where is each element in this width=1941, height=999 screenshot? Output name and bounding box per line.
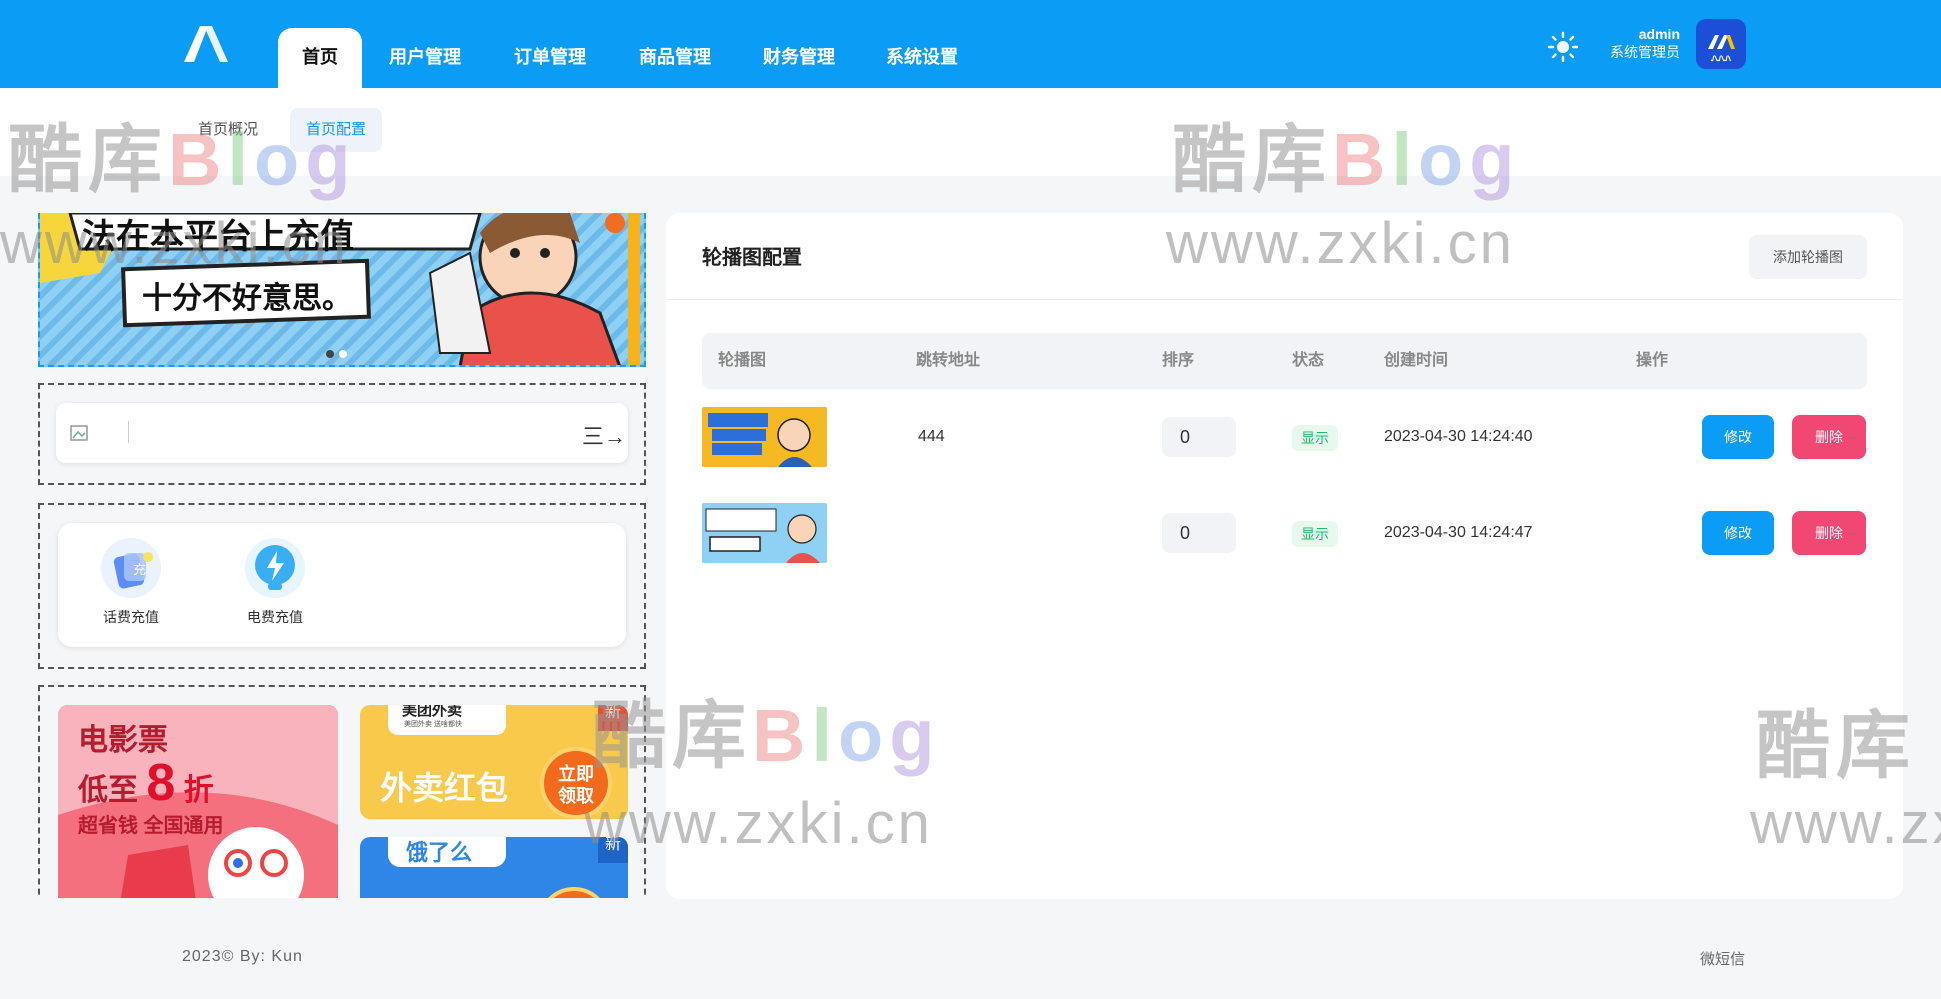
eleme-brand: 饿了么 (406, 840, 473, 865)
takeout-claim-button[interactable]: 立即 领取 (540, 747, 612, 819)
footer-brand: 微短信 (1700, 951, 1746, 968)
eleme-claim-button[interactable] (538, 887, 610, 898)
edit-button[interactable]: 修改 (1702, 415, 1774, 459)
promo-eleme-card[interactable]: 饿了么 新 (360, 837, 628, 898)
status-badge: 显示 (1292, 425, 1338, 451)
row-created: 2023-04-30 14:24:40 (1384, 428, 1533, 445)
avatar-text: ᏁᏁᏁ (1710, 54, 1731, 63)
sort-input[interactable]: 0 (1162, 513, 1236, 553)
takeout-new-tag: 新 (598, 705, 628, 731)
nav-home[interactable]: 首页 (278, 28, 362, 88)
col-created: 创建时间 (1384, 352, 1449, 369)
user-name[interactable]: admin (1560, 26, 1680, 42)
col-status: 状态 (1292, 352, 1325, 369)
movie-line-2c: 折 (183, 774, 214, 807)
promo-block[interactable]: 电影票 低至 8 折 超省钱 全国通用 美团外卖 美团外卖 送啥都快 外卖红包 … (38, 685, 646, 898)
row-created: 2023-04-30 14:24:47 (1384, 524, 1533, 541)
sort-input[interactable]: 0 (1162, 417, 1236, 457)
col-sort: 排序 (1162, 352, 1195, 369)
shortcut-block[interactable]: 充 话费充值 电费充值 (38, 503, 646, 669)
footer-copyright: 2023© By: Kun (182, 948, 303, 965)
status-badge: 显示 (1292, 521, 1338, 547)
promo-movie-card[interactable]: 电影票 低至 8 折 超省钱 全国通用 (58, 705, 338, 898)
avatar[interactable]: ᏁᏁᏁ (1696, 19, 1746, 69)
avatar-logo-icon: ᏁᏁᏁ (1708, 35, 1735, 63)
movie-discount: 8 (146, 754, 176, 812)
banner-text-top: 法在本平台上充值 (82, 218, 354, 256)
nav-settings[interactable]: 系统设置 (880, 28, 964, 88)
notice-bar: 三→ (56, 403, 628, 463)
delete-button[interactable]: 删除 (1792, 511, 1866, 555)
promo-takeout-card[interactable]: 美团外卖 美团外卖 送啥都快 外卖红包 立即 领取 新 (360, 705, 628, 819)
panel-divider (666, 299, 1903, 300)
user-role: 系统管理员 (1610, 44, 1680, 60)
row-link: 444 (918, 428, 945, 445)
shortcut-card: 充 话费充值 电费充值 (58, 523, 626, 647)
table-row: 444 0 显示 2023-04-30 14:24:40 修改 删除 (702, 405, 1867, 469)
notice-more[interactable]: 三→ (582, 419, 626, 451)
table-row: 0 显示 2023-04-30 14:24:47 修改 删除 (702, 501, 1867, 565)
takeout-brand: 美团外卖 (402, 705, 463, 719)
col-actions: 操作 (1636, 352, 1669, 369)
nav-orders[interactable]: 订单管理 (508, 28, 592, 88)
broken-image-icon (70, 425, 88, 441)
banner-block[interactable]: 法在本平台上充值 十分不好意思。 (38, 213, 646, 367)
movie-line-2: 低至 8 折 (78, 753, 214, 813)
eleme-new-tag: 新 (598, 837, 628, 863)
top-bar: 首页 用户管理 订单管理 商品管理 财务管理 系统设置 admin 系统管理员 … (0, 0, 1941, 88)
add-carousel-button[interactable]: 添加轮播图 (1749, 235, 1867, 279)
edit-button[interactable]: 修改 (1702, 511, 1774, 555)
app-logo[interactable] (182, 22, 238, 66)
shortcut-phone-label: 话费充值 (103, 609, 159, 625)
svg-text:充: 充 (133, 562, 146, 578)
col-carousel: 轮播图 (718, 352, 767, 369)
lightning-icon (245, 538, 305, 598)
banner-text-main: 十分不好意思。 (142, 282, 352, 315)
mobile-preview: 法在本平台上充值 十分不好意思。 三→ 充 话费充值 电费充值 电影票 低至 8… (38, 213, 646, 898)
nav-products[interactable]: 商品管理 (633, 28, 717, 88)
takeout-sub: 美团外卖 送啥都快 (404, 721, 462, 728)
nav-users[interactable]: 用户管理 (383, 28, 467, 88)
tab-home-overview[interactable]: 首页概况 (182, 108, 274, 152)
takeout-title: 外卖红包 (380, 770, 509, 806)
carousel-config-panel: 轮播图配置 添加轮播图 轮播图 跳转地址 排序 状态 创建时间 操作 444 0… (666, 213, 1903, 899)
shortcut-electric-label: 电费充值 (247, 609, 303, 625)
col-link: 跳转地址 (916, 352, 981, 369)
delete-button[interactable]: 删除 (1792, 415, 1866, 459)
table-header: 轮播图 跳转地址 排序 状态 创建时间 操作 (702, 333, 1867, 389)
movie-line-2a: 低至 (78, 774, 138, 807)
tab-home-config[interactable]: 首页配置 (290, 108, 383, 152)
sub-nav: 首页概况 首页配置 (0, 88, 1941, 176)
takeout-brand-box: 美团外卖 美团外卖 送啥都快 (388, 705, 506, 735)
movie-line-3: 超省钱 全国通用 (78, 815, 224, 837)
shortcut-phone-recharge[interactable]: 充 话费充值 (76, 537, 186, 627)
nav-finance[interactable]: 财务管理 (757, 28, 841, 88)
notice-block[interactable]: 三→ (38, 383, 646, 485)
shortcut-electric-recharge[interactable]: 电费充值 (220, 537, 330, 627)
carousel-thumbnail[interactable] (702, 503, 827, 563)
eleme-brand-box: 饿了么 (388, 837, 506, 867)
phone-card-icon: 充 (101, 538, 161, 598)
carousel-thumbnail[interactable] (702, 407, 827, 467)
notice-divider (128, 421, 129, 443)
panel-title: 轮播图配置 (702, 247, 802, 269)
